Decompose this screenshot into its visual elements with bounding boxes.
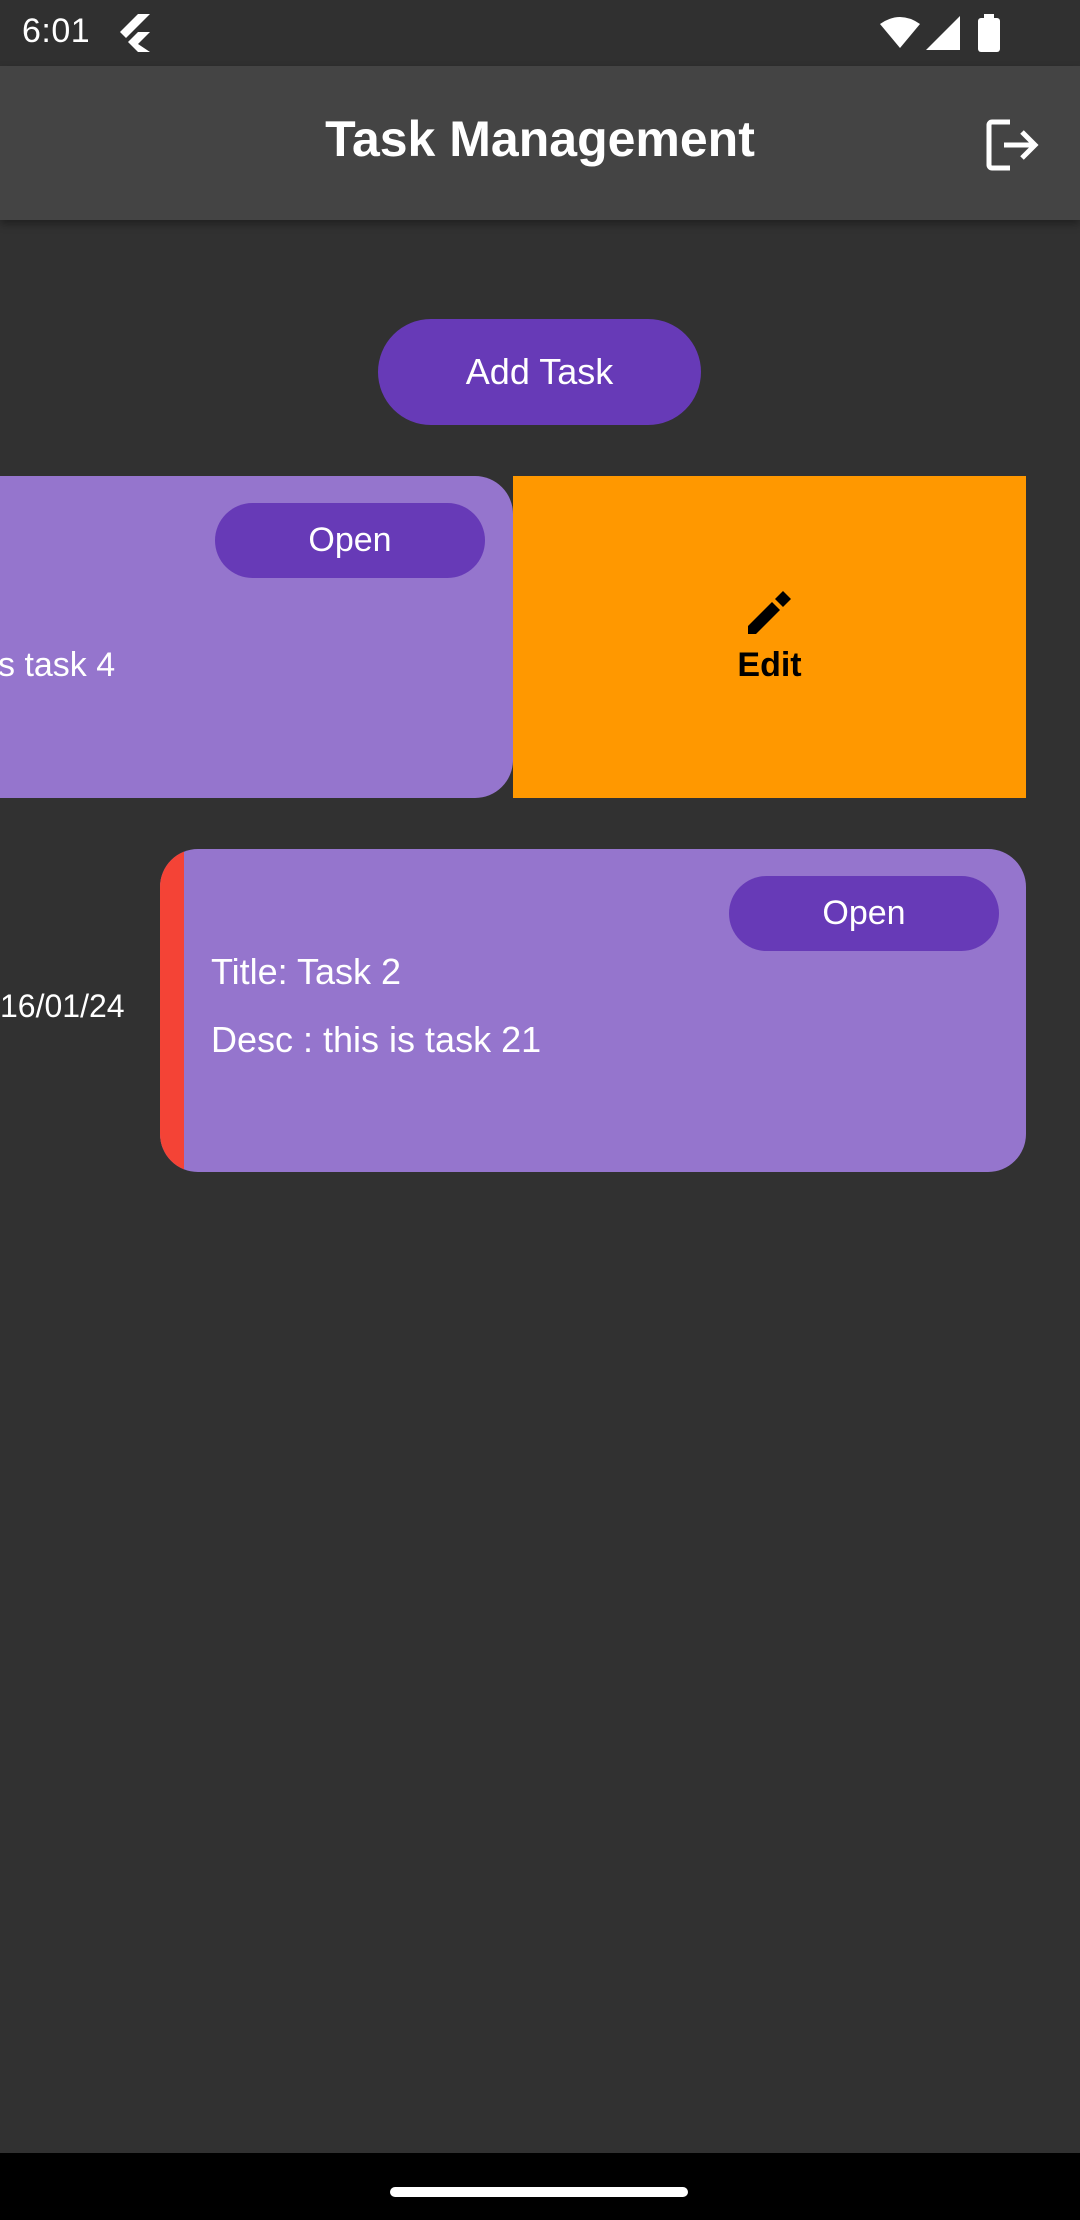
status-time: 6:01 [22, 12, 91, 50]
logout-icon[interactable] [984, 116, 1042, 174]
task-title: Title: Task 2 [211, 951, 402, 992]
wifi-icon [880, 17, 920, 48]
add-task-button[interactable]: Add Task [378, 319, 701, 425]
signal-icon [926, 16, 960, 50]
edit-button[interactable]: Edit [513, 476, 1026, 798]
task-description: Desc : this is task 21 [211, 1019, 542, 1060]
task-card[interactable]: Open s task 4 [0, 476, 513, 798]
screen: 6:01 Task Management Add Task Open s tas… [0, 0, 1080, 2220]
status-badge[interactable]: Open [729, 876, 999, 951]
status-bar: 6:01 [0, 0, 1080, 66]
battery-icon [978, 14, 1000, 52]
flutter-icon [120, 14, 150, 52]
app-bar: Task Management [0, 66, 1080, 220]
navigation-bar [0, 2153, 1080, 2220]
home-indicator[interactable] [390, 2187, 688, 2197]
page-title: Task Management [325, 111, 755, 167]
task-description: s task 4 [0, 646, 116, 684]
priority-indicator [160, 849, 184, 1172]
edit-icon [747, 590, 791, 634]
status-badge[interactable]: Open [215, 503, 485, 578]
task-card[interactable]: Open Title: Task 2 Desc : this is task 2… [160, 849, 1026, 1172]
edit-label: Edit [737, 645, 802, 684]
task-date: 16/01/24 [0, 988, 125, 1024]
